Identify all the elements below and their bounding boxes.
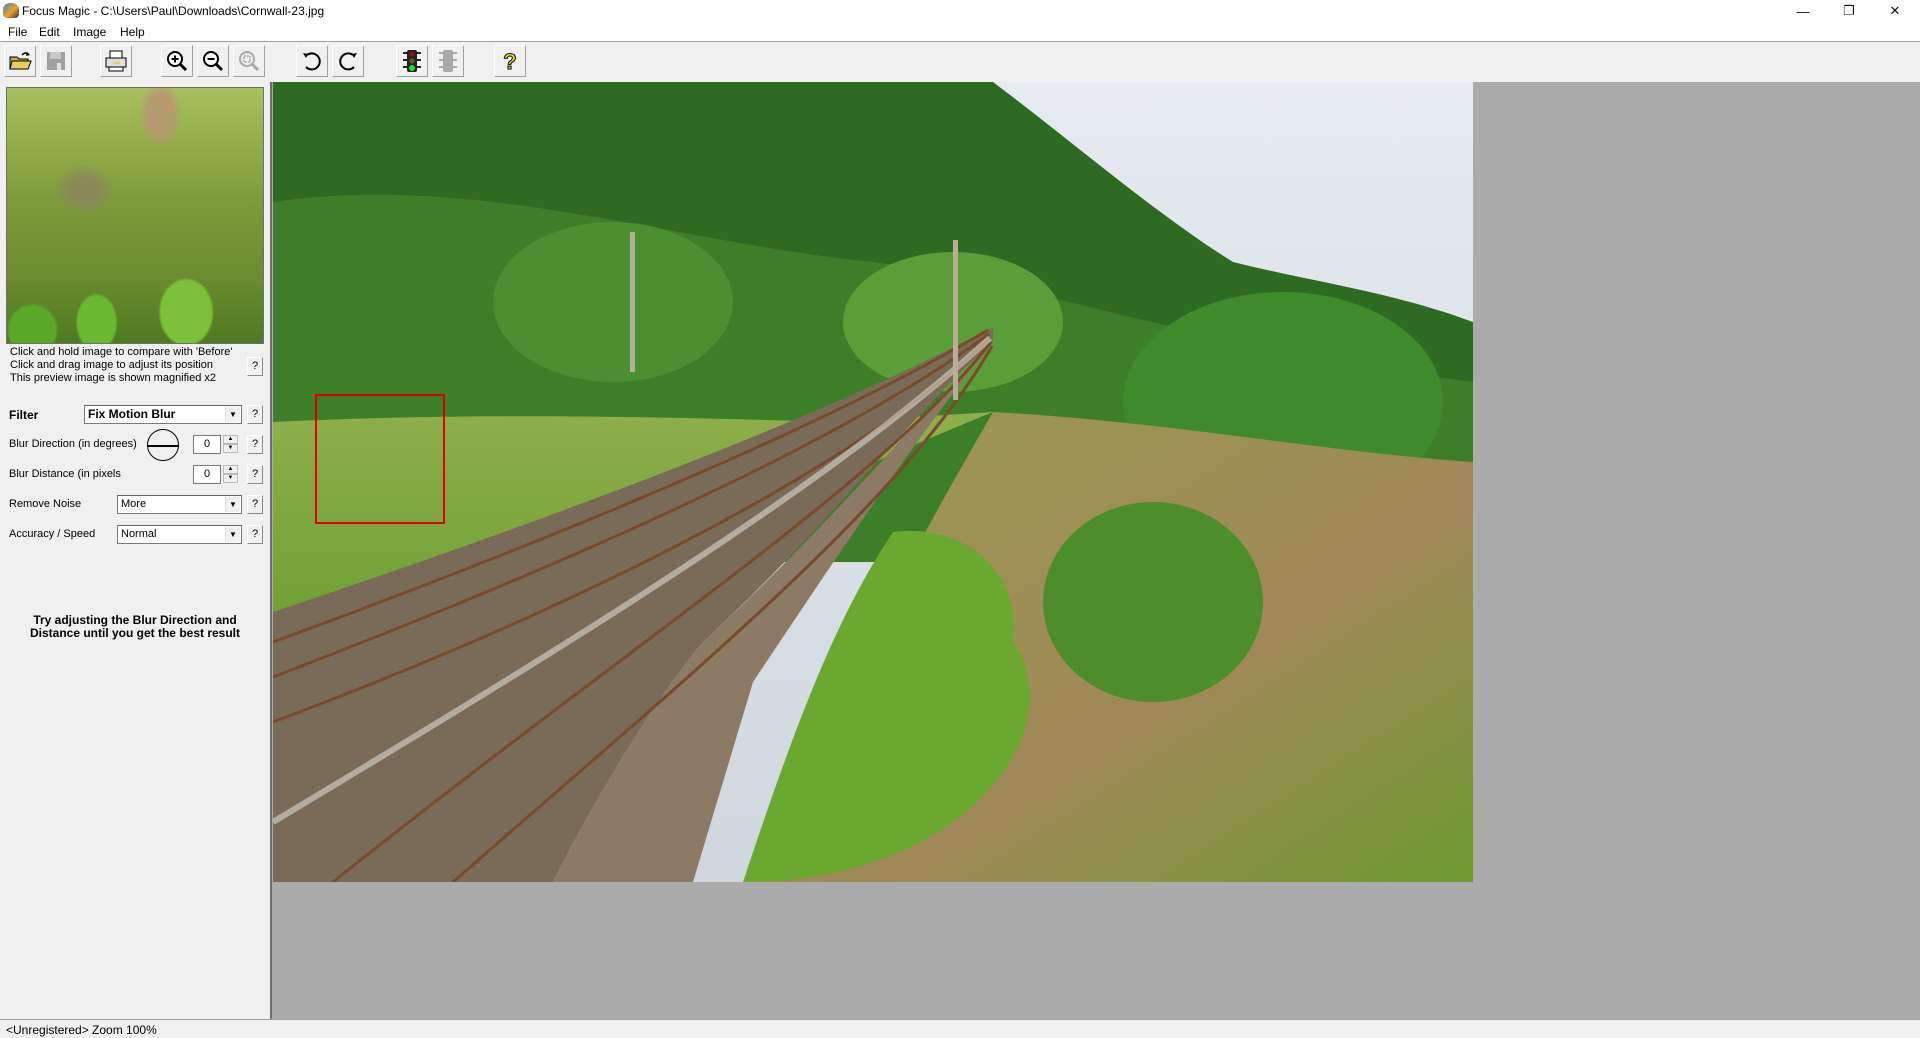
status-bar: <Unregistered> Zoom 100% — [0, 1019, 1920, 1038]
toolbar: ? — [0, 43, 1920, 81]
blur-distance-spinner[interactable]: ▲ ▼ — [223, 465, 238, 484]
settings-panel: Click and hold image to compare with 'Be… — [0, 82, 270, 1019]
blur-distance-label: Blur Distance (in pixels — [9, 468, 121, 480]
image-canvas[interactable] — [270, 82, 1920, 1019]
save-button[interactable] — [40, 45, 72, 77]
photo-railway-landscape[interactable] — [273, 82, 1473, 882]
remove-noise-help-button[interactable]: ? — [247, 495, 263, 514]
remove-noise-value: More — [121, 498, 147, 510]
rotate-right-button[interactable] — [332, 45, 364, 77]
blur-direction-input[interactable]: 0 — [193, 435, 221, 454]
chevron-down-icon: ▼ — [225, 497, 240, 512]
status-text: <Unregistered> Zoom 100% — [6, 1023, 157, 1037]
floppy-disk-icon — [47, 52, 65, 70]
blur-distance-help-button[interactable]: ? — [247, 465, 263, 484]
open-button[interactable] — [4, 45, 36, 77]
remove-noise-select[interactable]: More ▼ — [117, 495, 242, 514]
open-folder-icon — [9, 52, 32, 70]
menu-bar: File Edit Image Help — [0, 22, 1920, 42]
blur-direction-dial[interactable] — [147, 429, 179, 461]
rotate-right-icon — [339, 52, 357, 71]
preview-hint: Click and hold image to compare with 'Be… — [10, 346, 232, 385]
accuracy-speed-select[interactable]: Normal ▼ — [117, 525, 242, 544]
telegraph-pole — [630, 232, 635, 372]
filter-value: Fix Motion Blur — [88, 407, 176, 421]
spin-down-icon[interactable]: ▼ — [223, 444, 238, 453]
filter-help-button[interactable]: ? — [247, 405, 263, 424]
filter-select[interactable]: Fix Motion Blur ▼ — [84, 405, 242, 424]
tip-text: Try adjusting the Blur Direction and Dis… — [0, 614, 270, 640]
hint-line: This preview image is shown magnified x2 — [10, 372, 217, 384]
telegraph-pole — [953, 240, 958, 400]
menu-image[interactable]: Image — [73, 25, 106, 39]
chevron-down-icon: ▼ — [225, 407, 240, 422]
blur-distance-input[interactable]: 0 — [193, 465, 221, 484]
rotate-left-icon — [303, 52, 321, 71]
blur-direction-spinner[interactable]: ▲ ▼ — [223, 435, 238, 454]
photo-illustration — [273, 82, 1473, 882]
zoom-out-button[interactable] — [197, 45, 229, 77]
title-bar: Focus Magic - C:\Users\Paul\Downloads\Co… — [0, 0, 1920, 22]
traffic-light-disabled-icon — [439, 50, 457, 72]
hint-line: Click and hold image to compare with 'Be… — [10, 346, 233, 358]
help-button[interactable]: ? — [494, 45, 526, 77]
print-button[interactable] — [100, 45, 132, 77]
blur-direction-help-button[interactable]: ? — [247, 435, 263, 454]
zoom-out-icon — [203, 51, 224, 72]
preview-image[interactable] — [6, 87, 264, 344]
spin-up-icon[interactable]: ▲ — [223, 435, 238, 444]
tip-line: Distance until you get the best result — [29, 626, 241, 640]
blur-direction-label: Blur Direction (in degrees) — [9, 438, 137, 450]
preview-help-button[interactable]: ? — [247, 357, 263, 376]
menu-file[interactable]: File — [8, 25, 27, 39]
menu-edit[interactable]: Edit — [39, 25, 60, 39]
minimize-button[interactable]: — — [1780, 0, 1826, 22]
help-question-icon: ? — [503, 49, 517, 73]
close-button[interactable]: ✕ — [1872, 0, 1918, 22]
zoom-fit-icon — [239, 51, 260, 72]
menu-help[interactable]: Help — [120, 25, 145, 39]
bush — [1043, 502, 1263, 702]
stop-button[interactable] — [432, 45, 464, 77]
restore-button[interactable]: ❐ — [1826, 0, 1872, 22]
accuracy-speed-value: Normal — [121, 528, 157, 540]
zoom-in-icon — [167, 51, 188, 72]
spin-down-icon[interactable]: ▼ — [223, 474, 238, 483]
filter-label: Filter — [9, 408, 39, 422]
spin-up-icon[interactable]: ▲ — [223, 465, 238, 474]
traffic-light-icon — [403, 50, 421, 72]
chevron-down-icon: ▼ — [225, 527, 240, 542]
remove-noise-label: Remove Noise — [9, 498, 82, 510]
rotate-left-button[interactable] — [296, 45, 328, 77]
zoom-fit-button[interactable] — [233, 45, 265, 77]
hint-line: Click and drag image to adjust its posit… — [10, 359, 213, 371]
zoom-in-button[interactable] — [161, 45, 193, 77]
accuracy-speed-label: Accuracy / Speed — [9, 528, 96, 540]
printer-icon — [105, 50, 127, 72]
svg-text:?: ? — [503, 49, 516, 73]
accuracy-speed-help-button[interactable]: ? — [247, 525, 263, 544]
app-parrot-icon — [3, 3, 19, 18]
process-button[interactable] — [396, 45, 428, 77]
window-title: Focus Magic - C:\Users\Paul\Downloads\Co… — [22, 4, 325, 18]
tree-clump — [493, 222, 733, 382]
